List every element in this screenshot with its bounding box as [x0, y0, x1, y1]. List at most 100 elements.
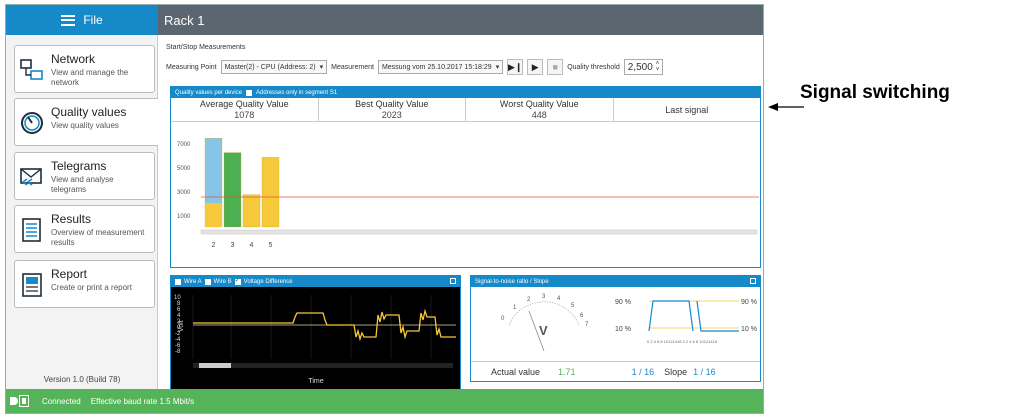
snr-title: Signal-to-noise ratio / Slope	[475, 278, 549, 285]
step-button[interactable]: ▶❙	[507, 59, 524, 75]
sidebar-item-report[interactable]: Report Create or print a report	[14, 260, 155, 308]
x-tick-label: 2	[212, 242, 216, 249]
y-axis-label: Volt	[178, 320, 185, 332]
chevron-down-icon: ▾	[319, 64, 324, 71]
snr-gauge: 0 1 2 3 4 5 6 7 V	[501, 294, 589, 352]
measurement-controls: Measuring Point Master(2) - CPU (Address…	[166, 56, 762, 78]
maximize-icon[interactable]	[450, 278, 456, 284]
metric-worst: Worst Quality Value 448	[466, 98, 614, 121]
sidebar-item-subtitle: View and manage the network	[51, 68, 129, 87]
measurement-select[interactable]: Messung vom 25.10.2017 15:18:29 ▾	[377, 60, 504, 74]
snr-graphics: 0 1 2 3 4 5 6 7 V 90 % 90 % 10 % 10 % 0 …	[501, 294, 757, 352]
connection-plug-icon	[10, 395, 32, 407]
metric-label: Worst Quality Value	[499, 99, 579, 109]
quality-metrics: Average Quality Value 1078 Best Quality …	[171, 98, 760, 122]
window-title: Rack 1	[164, 12, 205, 28]
status-bar: Connected Effective baud rate 1.5 Mbit/s	[6, 389, 763, 413]
wire-b-checkbox[interactable]	[204, 278, 211, 285]
x-tick-label: 4	[250, 242, 254, 249]
callout-text: Signal switching	[800, 82, 950, 103]
measuring-point-select[interactable]: Master(2) - CPU (Address: 2) ▾	[220, 60, 328, 74]
stop-button[interactable]: ■	[547, 59, 564, 75]
bar-segment	[205, 203, 222, 227]
callout-annotation: Signal switching	[768, 76, 1020, 116]
snr-header: Signal-to-noise ratio / Slope	[471, 276, 760, 287]
page-indicator-left[interactable]: 1 / 16	[632, 367, 655, 377]
envelope-icon	[20, 168, 42, 186]
play-icon: ▶	[531, 61, 539, 72]
sidebar-item-network[interactable]: Network View and manage the network	[14, 45, 155, 93]
sidebar-item-subtitle: Overview of measurement results	[51, 228, 145, 247]
oscilloscope-header: Wire A Wire B Voltage Difference	[171, 276, 460, 287]
metric-label: Average Quality Value	[199, 99, 289, 109]
scope-scrollbar-thumb[interactable]	[199, 363, 231, 368]
metric-value: 1078	[234, 110, 255, 120]
maximize-icon[interactable]	[750, 278, 756, 284]
chart-scrollbar	[200, 229, 758, 235]
page-indicator-right[interactable]: 1 / 16	[693, 367, 716, 377]
sidebar-item-title: Network	[51, 52, 96, 66]
version-label: Version 1.0 (Build 78)	[43, 375, 121, 384]
play-button[interactable]: ▶	[527, 59, 544, 75]
report-icon	[22, 273, 42, 297]
segment-checkbox[interactable]	[246, 89, 253, 96]
wire-a-checkbox[interactable]	[175, 278, 181, 285]
voltage-diff-checkbox[interactable]	[234, 276, 241, 285]
network-icon	[20, 59, 43, 80]
last-signal-label: Last signal	[665, 104, 709, 115]
stop-icon: ■	[552, 62, 558, 72]
y-tick: -8	[175, 349, 181, 355]
connection-status: Connected	[42, 396, 81, 406]
sidebar-item-title: Report	[51, 267, 88, 281]
quality-panel: Quality values per device Addresses only…	[170, 86, 761, 268]
file-menu-button[interactable]: File	[6, 5, 158, 35]
chevron-down-icon: ▾	[495, 64, 500, 71]
file-menu-label: File	[83, 13, 103, 27]
x-tick-label: 3	[231, 242, 235, 249]
metric-best: Best Quality Value 2023	[319, 98, 466, 121]
metric-value: 2023	[381, 110, 402, 120]
sidebar: Network View and manage the network Qual…	[6, 35, 160, 391]
baud-rate: Effective baud rate 1.5 Mbit/s	[90, 396, 195, 406]
sidebar-item-title: Results	[51, 212, 92, 226]
pct-low-right: 10 %	[741, 326, 757, 333]
metric-value: 448	[531, 110, 547, 120]
measurement-group-title: Start/Stop Measurements	[166, 44, 246, 51]
gauge-tick: 3	[542, 294, 546, 300]
snr-panel: Signal-to-noise ratio / Slope 0 1 2 3 4 …	[470, 275, 761, 382]
oscilloscope-plot: 10 8 6 4 2 0 -2 -4 -6 -8 Volt Time	[174, 295, 456, 385]
gauge-unit: V	[539, 323, 548, 338]
gauge-icon	[21, 112, 43, 134]
spinner-arrows-icon[interactable]: ˄ ˅	[656, 61, 660, 73]
slope-chart: 90 % 90 % 10 % 10 % 0 2 4 6 8 10121416 0…	[615, 299, 757, 344]
gauge-tick: 1	[513, 305, 517, 311]
sidebar-item-title: Quality values	[51, 105, 127, 119]
wire-a-label: Wire A	[184, 278, 202, 285]
pct-high-right: 90 %	[741, 299, 757, 306]
slope-label: Slope	[664, 366, 688, 377]
actual-value-label: Actual value	[491, 366, 541, 377]
oscilloscope-panel: Wire A Wire B Voltage Difference 10 8 6	[170, 275, 461, 391]
pct-low-left: 10 %	[615, 326, 631, 333]
main-content: Start/Stop Measurements Measuring Point …	[158, 35, 763, 391]
sidebar-item-quality-values[interactable]: Quality values View quality values	[14, 98, 160, 146]
sidebar-item-results[interactable]: Results Overview of measurement results	[14, 205, 155, 253]
sidebar-item-telegrams[interactable]: Telegrams View and analyse telegrams	[14, 152, 155, 200]
quality-panel-title: Quality values per device	[175, 89, 243, 96]
title-bar: Rack 1	[158, 5, 763, 35]
pct-high-left: 90 %	[615, 299, 631, 306]
bar-3	[223, 152, 242, 228]
metric-average: Average Quality Value 1078	[171, 98, 319, 121]
gauge-tick: 7	[585, 322, 589, 328]
y-tick-label: 5000	[177, 166, 191, 172]
gauge-tick: 6	[580, 313, 584, 319]
scope-scrollbar[interactable]	[193, 363, 453, 368]
slope-axis-ticks: 0 2 4 6 8 10121416 0 2 4 6 8 10121416	[647, 339, 718, 344]
y-tick-label: 1000	[177, 214, 191, 220]
last-signal-button[interactable]: Last signal	[614, 98, 761, 121]
menu-icon	[61, 14, 76, 26]
quality-threshold-input[interactable]: 2,500 ˄ ˅	[623, 59, 664, 75]
sidebar-item-subtitle: View and analyse telegrams	[51, 175, 114, 194]
snr-footer: Actual value 1.71 1 / 16 Slope 1 / 16	[471, 361, 760, 381]
quality-threshold-label: Quality threshold	[567, 63, 620, 71]
